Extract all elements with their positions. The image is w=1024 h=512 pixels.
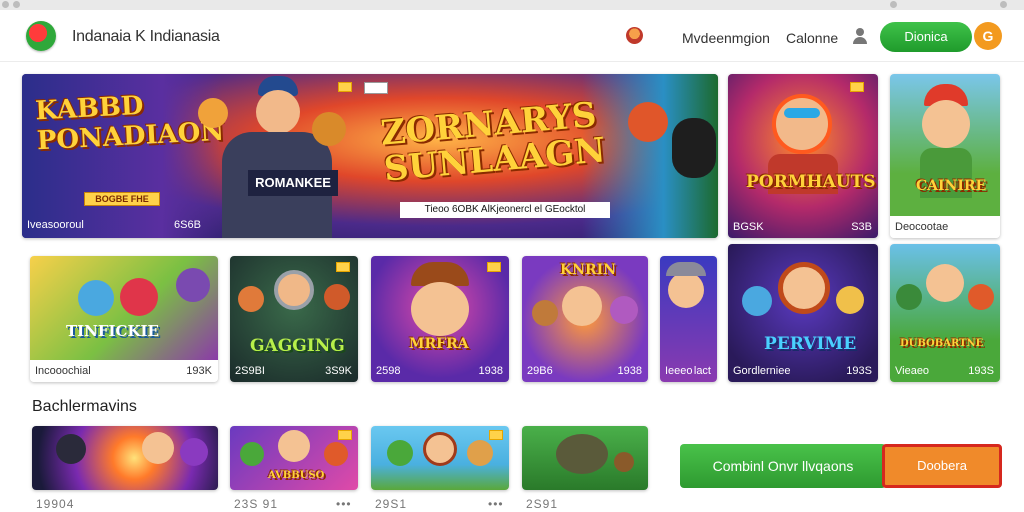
game-card-4[interactable]: KNRIN 29B6 1938 <box>522 256 648 382</box>
status-dot-icon <box>890 1 897 8</box>
site-logo-icon[interactable] <box>26 21 56 51</box>
row3-1-caption: 19904 <box>36 497 75 511</box>
hero-coin-icon <box>198 98 228 128</box>
side-card-1-title: PORMHAUTS <box>746 172 876 192</box>
row3-2-caption: 23S 91 <box>234 497 279 511</box>
site-header: Indanaia K Indianasia Mvdeenmgion Calonn… <box>0 10 1024 62</box>
hero-character-face <box>256 90 300 134</box>
side-card-2-title: CAINIRE <box>916 178 987 194</box>
game-card-row3-4[interactable] <box>522 426 648 490</box>
hero-banner[interactable]: KABBD PONADIAON BOGBE FHE ROMANKEE ZORNA… <box>22 74 718 238</box>
browser-top-strip <box>0 0 1024 10</box>
hero-caption: Iveasooroul 6S6B <box>27 219 201 231</box>
status-dot-icon <box>1000 1 1007 8</box>
nav-link-1[interactable]: Mvdeenmgion <box>682 30 770 46</box>
more-options-icon[interactable]: ••• <box>336 497 352 511</box>
hero-badge: BOGBE FHE <box>84 192 160 206</box>
window-dot-icon <box>2 1 9 8</box>
secondary-cta-button[interactable]: Doobera <box>882 444 1002 488</box>
window-dot-icon <box>13 1 20 8</box>
hero-character-2 <box>628 102 668 142</box>
game-card-1-title: TINFICKIE <box>66 322 159 340</box>
game-card-2[interactable]: GAGGING 2S9BI 3S9K <box>230 256 358 382</box>
header-green-button[interactable]: Dionica <box>880 22 972 52</box>
side-card-1[interactable]: PORMHAUTS BGSK S3B <box>728 74 878 238</box>
game-card-1[interactable]: TINFICKIE Incooochial 193K <box>30 256 218 382</box>
section-title: Bachlermavins <box>32 398 137 415</box>
hero-character-label: ROMANKEE <box>248 170 338 196</box>
more-options-icon[interactable]: ••• <box>488 497 504 511</box>
side-card-1-character <box>772 94 832 154</box>
game-card-row3-3[interactable] <box>371 426 509 490</box>
primary-cta-button[interactable]: Combinl Onvr llvqaons <box>680 444 886 488</box>
game-card-4-title: KNRIN <box>560 262 616 278</box>
game-card-5[interactable]: Ieeeo lact <box>660 256 717 382</box>
game-card-3-title: MRFRA <box>409 336 469 352</box>
side-card-2[interactable]: CAINIRE Deocootae <box>890 74 1000 238</box>
header-orange-round-button[interactable]: G <box>974 22 1002 50</box>
hero-coin-icon <box>312 112 346 146</box>
language-flag-icon[interactable] <box>626 27 643 44</box>
game-card-row3-2[interactable]: AVBBUSO <box>230 426 358 490</box>
game-card-6-title: PERVIME <box>764 334 857 354</box>
row3-3-caption: 29S1 <box>375 497 408 511</box>
user-account-icon[interactable] <box>852 28 868 44</box>
nav-link-2[interactable]: Calonne <box>786 30 838 46</box>
hero-title-left: KABBD PONADIAON <box>34 90 225 157</box>
row3-2-title: AVBBUSO <box>268 470 325 481</box>
hero-badge-mini-icon <box>338 82 352 92</box>
game-card-7[interactable]: DUBOBARTNE Vieaeo 193S <box>890 244 1000 382</box>
game-card-3[interactable]: MRFRA 2598 1938 <box>371 256 509 382</box>
game-card-row3-1[interactable] <box>32 426 218 490</box>
side-card-2-character <box>922 100 970 148</box>
hero-character-3 <box>672 118 716 178</box>
game-card-7-title: DUBOBARTNE <box>900 338 984 349</box>
site-title[interactable]: Indanaia K Indianasia <box>72 28 220 46</box>
row3-4-caption: 2S91 <box>526 497 559 511</box>
game-card-6[interactable]: PERVIME Gordlerniee 193S <box>728 244 878 382</box>
game-card-2-title: GAGGING <box>250 336 345 356</box>
